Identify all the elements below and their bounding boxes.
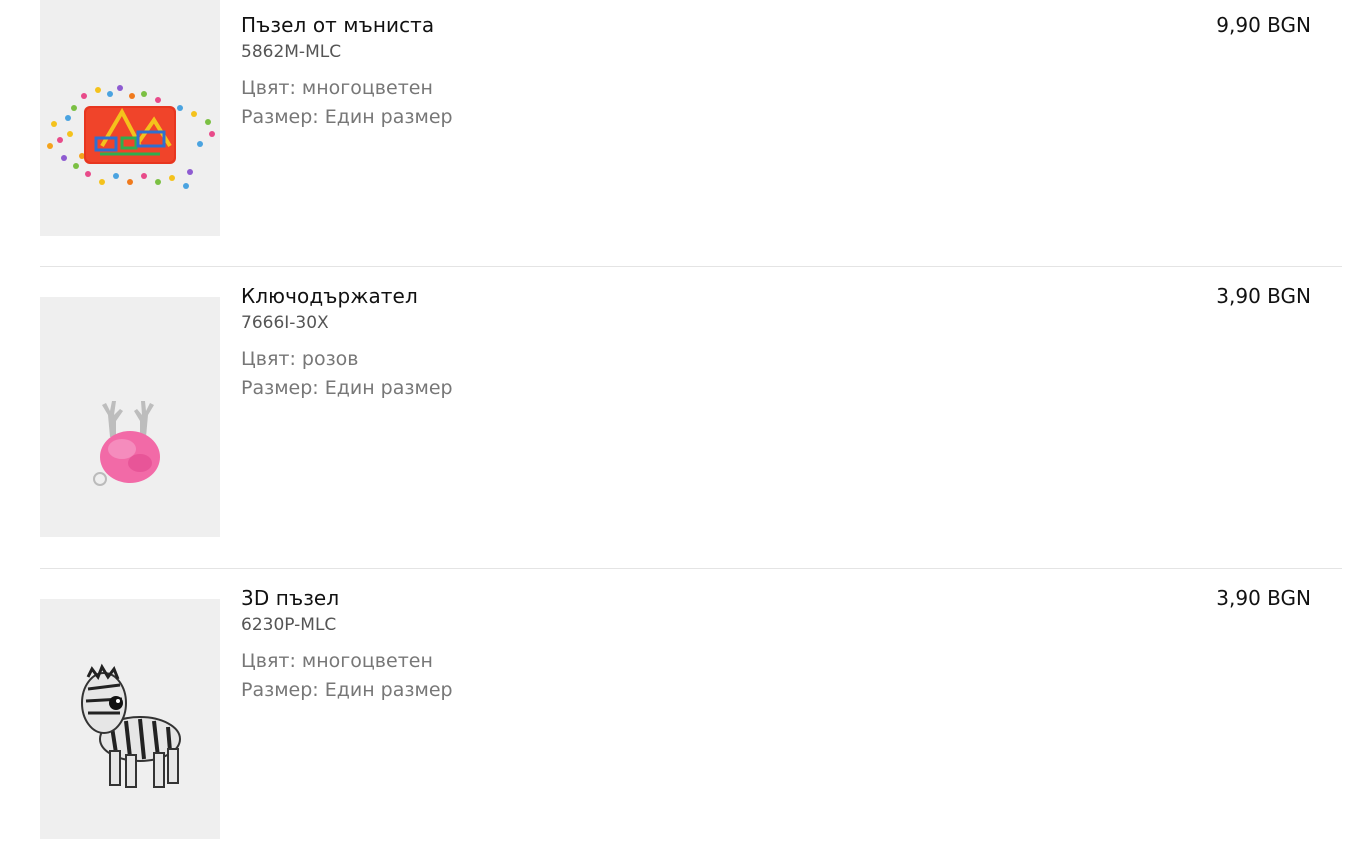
product-sku: 5862M-MLC [241, 42, 342, 62]
product-image[interactable] [40, 599, 220, 839]
product-price: 3,90 BGN [1216, 586, 1311, 610]
cart-item: Ключодържател 7666I-30X Цвят: розов Разм… [40, 267, 1342, 569]
cart-item: Пъзел от мъниста 5862M-MLC Цвят: многоцв… [40, 0, 1342, 267]
product-price: 9,90 BGN [1216, 13, 1311, 37]
pink-pompom-keychain-image [93, 401, 160, 486]
product-title[interactable]: Ключодържател [241, 283, 453, 309]
product-title[interactable]: Пъзел от мъниста [241, 12, 453, 38]
product-size: Размер: Един размер [241, 106, 453, 128]
item-info: 3D пъзел 6230P-MLC Цвят: многоцветен Раз… [241, 585, 453, 705]
product-image[interactable] [40, 0, 220, 236]
product-attributes: Цвят: многоцветен Размер: Един размер [241, 647, 453, 705]
product-color: Цвят: многоцветен [241, 77, 433, 99]
product-size: Размер: Един размер [241, 679, 453, 701]
product-attributes: Цвят: розов Размер: Един размер [241, 345, 453, 403]
item-info: Пъзел от мъниста 5862M-MLC Цвят: многоцв… [241, 12, 453, 132]
product-color: Цвят: розов [241, 348, 359, 370]
cart-item-list: Пъзел от мъниста 5862M-MLC Цвят: многоцв… [40, 0, 1342, 843]
product-image[interactable] [40, 297, 220, 537]
cart-item: 3D пъзел 6230P-MLC Цвят: многоцветен Раз… [40, 569, 1342, 843]
product-attributes: Цвят: многоцветен Размер: Един размер [241, 74, 453, 132]
product-sku: 6230P-MLC [241, 615, 337, 635]
bead-puzzle-image [47, 85, 215, 189]
product-price: 3,90 BGN [1216, 284, 1311, 308]
product-size: Размер: Един размер [241, 377, 453, 399]
product-sku: 7666I-30X [241, 313, 329, 333]
product-title[interactable]: 3D пъзел [241, 585, 453, 611]
item-info: Ключодържател 7666I-30X Цвят: розов Разм… [241, 283, 453, 403]
product-color: Цвят: многоцветен [241, 650, 433, 672]
zebra-3d-puzzle-image [81, 663, 181, 788]
